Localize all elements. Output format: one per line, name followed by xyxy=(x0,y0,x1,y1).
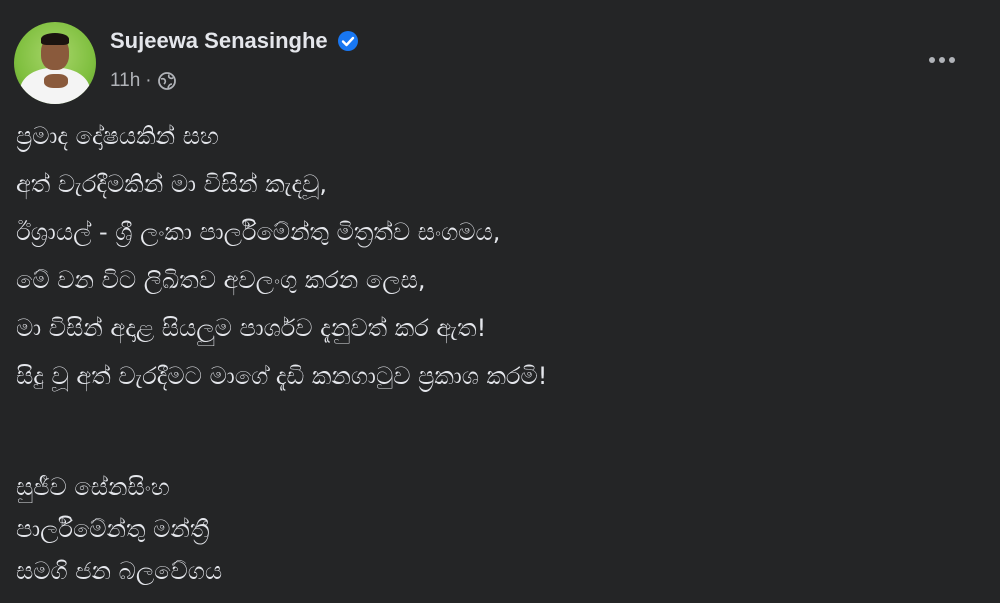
message-line: මා විසින් අදාළ සියලුම පාර්ශව දැනුවත් කර … xyxy=(16,314,487,342)
author-name: Sujeewa Senasinghe xyxy=(110,28,328,53)
message-line: ප්‍රමාද දෝෂයකින් සහ xyxy=(16,122,219,150)
post-message: ප්‍රමාද දෝෂයකින් සහ අත් වැරදීමකින් මා වි… xyxy=(16,116,976,404)
more-options-button[interactable] xyxy=(920,50,964,70)
more-dot-icon xyxy=(949,57,955,63)
post-timestamp[interactable]: 11h xyxy=(110,70,140,92)
post-signature: සුජීව සේනසිංහ පාර්ලිමේන්තු මන්ත්‍රී සමගි… xyxy=(16,466,222,592)
author-avatar[interactable] xyxy=(14,22,96,104)
more-dot-icon xyxy=(939,57,945,63)
globe-icon[interactable] xyxy=(157,71,177,91)
message-line: සිදු වූ අත් වැරදීමට මාගේ දැඩි කනගාටුව ප්… xyxy=(16,362,548,390)
meta-separator: · xyxy=(145,70,152,91)
message-line: ඊශ්‍රායල් - ශ්‍රී ලංකා පාර්ලිමේන්තු මිත්… xyxy=(16,218,501,246)
signature-party: සමගි ජන බලවේගය xyxy=(16,557,223,585)
verified-badge-icon xyxy=(336,29,360,53)
post-meta: 11h · xyxy=(110,70,177,92)
facebook-post: Sujeewa Senasinghe 11h · ප්‍රමාද දෝෂයකින… xyxy=(0,0,1000,603)
signature-title: පාර්ලිමේන්තු මන්ත්‍රී xyxy=(16,515,210,543)
signature-name: සුජීව සේනසිංහ xyxy=(16,473,170,501)
message-line: මේ වන විට ලිඛිතව අවලංගු කරන ලෙස, xyxy=(16,266,426,294)
author-name-link[interactable]: Sujeewa Senasinghe xyxy=(110,28,360,54)
message-line: අත් වැරදීමකින් මා විසින් කැදවූ, xyxy=(16,170,327,198)
more-dot-icon xyxy=(929,57,935,63)
